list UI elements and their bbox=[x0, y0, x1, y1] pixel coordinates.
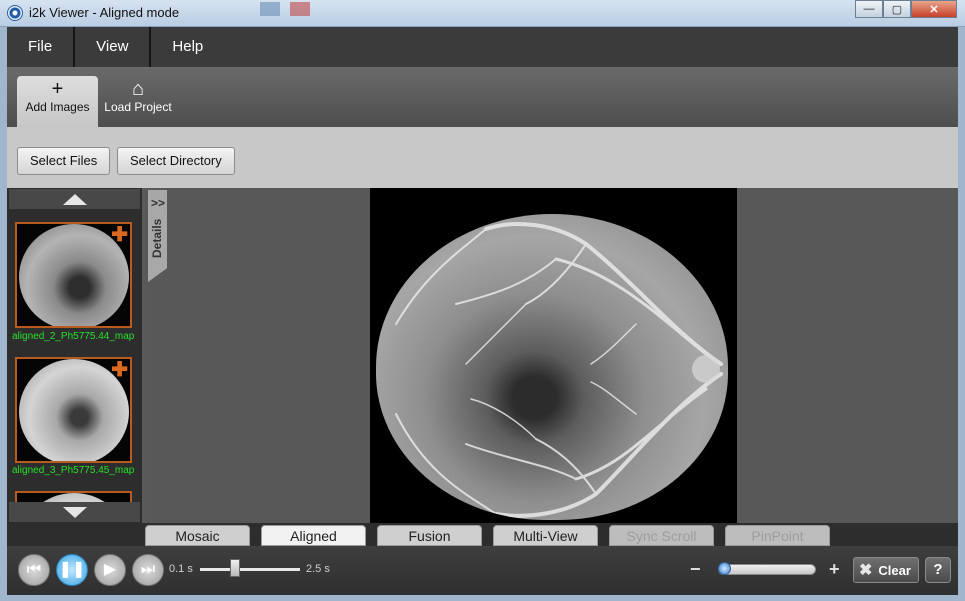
add-images-label: Add Images bbox=[25, 100, 90, 114]
select-files-button[interactable]: Select Files bbox=[17, 147, 111, 175]
window-controls: — ▢ ✕ bbox=[855, 0, 957, 18]
menu-bar: File View Help bbox=[7, 27, 958, 67]
thumbnail-label: aligned_3_Ph5775.45_map bbox=[12, 465, 135, 476]
thumbnails-scroll-up-button[interactable] bbox=[9, 189, 140, 209]
toolbar: Select Files Select Directory bbox=[7, 127, 958, 188]
load-project-label: Load Project bbox=[104, 100, 172, 114]
menu-help[interactable]: Help bbox=[151, 27, 224, 67]
ribbon: + Add Images ⌂ Load Project bbox=[7, 67, 958, 127]
minimize-button[interactable]: — bbox=[855, 0, 883, 18]
play-icon: ▶ bbox=[103, 561, 117, 578]
home-outline-icon: ⌂ bbox=[131, 78, 145, 100]
zoom-out-icon[interactable]: − bbox=[690, 559, 701, 580]
thumbnails-scroll-down-button[interactable] bbox=[9, 502, 140, 522]
close-button[interactable]: ✕ bbox=[911, 0, 957, 18]
clear-label: Clear bbox=[878, 562, 911, 578]
play-button[interactable]: ▶ bbox=[94, 554, 126, 586]
zoom-slider-track[interactable] bbox=[718, 564, 816, 575]
select-directory-button[interactable]: Select Directory bbox=[117, 147, 235, 175]
tab-pinpoint: PinPoint bbox=[725, 525, 830, 546]
thumbnail-image[interactable]: ✚ bbox=[15, 222, 132, 328]
pause-button[interactable]: ❚❚ bbox=[56, 554, 88, 586]
aligned-image-frame bbox=[370, 188, 737, 523]
details-tab[interactable]: >> Details bbox=[148, 190, 167, 282]
pause-icon: ❚❚ bbox=[58, 561, 86, 578]
skip-forward-icon: ⏭ bbox=[140, 561, 156, 578]
thumbnail-label: aligned_2_Ph5775.44_map bbox=[12, 331, 135, 342]
menu-view[interactable]: View bbox=[75, 27, 152, 67]
window-title: i2k Viewer - Aligned mode bbox=[29, 5, 180, 20]
load-project-button[interactable]: ⌂ Load Project bbox=[100, 76, 176, 127]
speed-max-label: 2.5 s bbox=[306, 563, 330, 575]
tab-sync-scroll: Sync Scroll bbox=[609, 525, 714, 546]
details-label: Details bbox=[150, 218, 164, 258]
menu-file[interactable]: File bbox=[7, 27, 76, 67]
background-app-icons bbox=[260, 2, 310, 16]
skip-back-icon: ⏮ bbox=[26, 561, 42, 578]
arrow-down-icon bbox=[62, 506, 87, 518]
clear-x-icon: ✖ bbox=[859, 562, 873, 579]
zoom-in-icon[interactable]: + bbox=[829, 559, 840, 580]
thumbnail-image[interactable]: ✚ bbox=[15, 357, 132, 463]
clear-button[interactable]: ✖ Clear bbox=[853, 557, 919, 583]
add-images-button[interactable]: + Add Images bbox=[17, 76, 98, 127]
vessel-pattern bbox=[395, 222, 723, 518]
zoom-slider-thumb[interactable] bbox=[718, 562, 731, 575]
maximize-button[interactable]: ▢ bbox=[883, 0, 911, 18]
arrow-up-icon bbox=[62, 193, 87, 205]
app-window: File View Help + Add Images ⌂ Load Proje… bbox=[7, 27, 958, 595]
speed-slider-thumb[interactable] bbox=[230, 559, 240, 577]
add-plus-icon[interactable]: ✚ bbox=[111, 360, 128, 380]
tab-aligned[interactable]: Aligned bbox=[261, 525, 366, 546]
window-titlebar: i2k Viewer - Aligned mode — ▢ ✕ bbox=[0, 0, 965, 27]
help-button[interactable]: ? bbox=[925, 557, 951, 583]
tab-mosaic[interactable]: Mosaic bbox=[145, 525, 250, 546]
thumbnail-panel: ✚ aligned_2_Ph5775.44_map ✚ aligned_3_Ph… bbox=[7, 188, 142, 523]
skip-back-button[interactable]: ⏮ bbox=[18, 554, 50, 586]
tab-multi-view[interactable]: Multi-View bbox=[493, 525, 598, 546]
playback-bar: ⏮ ❚❚ ▶ ⏭ 0.1 s 2.5 s − + ✖ Clear ? bbox=[7, 546, 958, 595]
image-viewer[interactable]: >> Details bbox=[145, 188, 958, 523]
add-plus-icon[interactable]: ✚ bbox=[111, 225, 128, 245]
speed-min-label: 0.1 s bbox=[169, 563, 193, 575]
skip-forward-button[interactable]: ⏭ bbox=[132, 554, 164, 586]
tab-fusion[interactable]: Fusion bbox=[377, 525, 482, 546]
plus-icon: + bbox=[51, 78, 64, 100]
retina-angiogram-image bbox=[376, 214, 728, 520]
app-logo-icon bbox=[7, 5, 23, 21]
speed-slider-track[interactable] bbox=[200, 568, 300, 571]
mode-tab-bar: Mosaic Aligned Fusion Multi-View Sync Sc… bbox=[7, 523, 958, 546]
